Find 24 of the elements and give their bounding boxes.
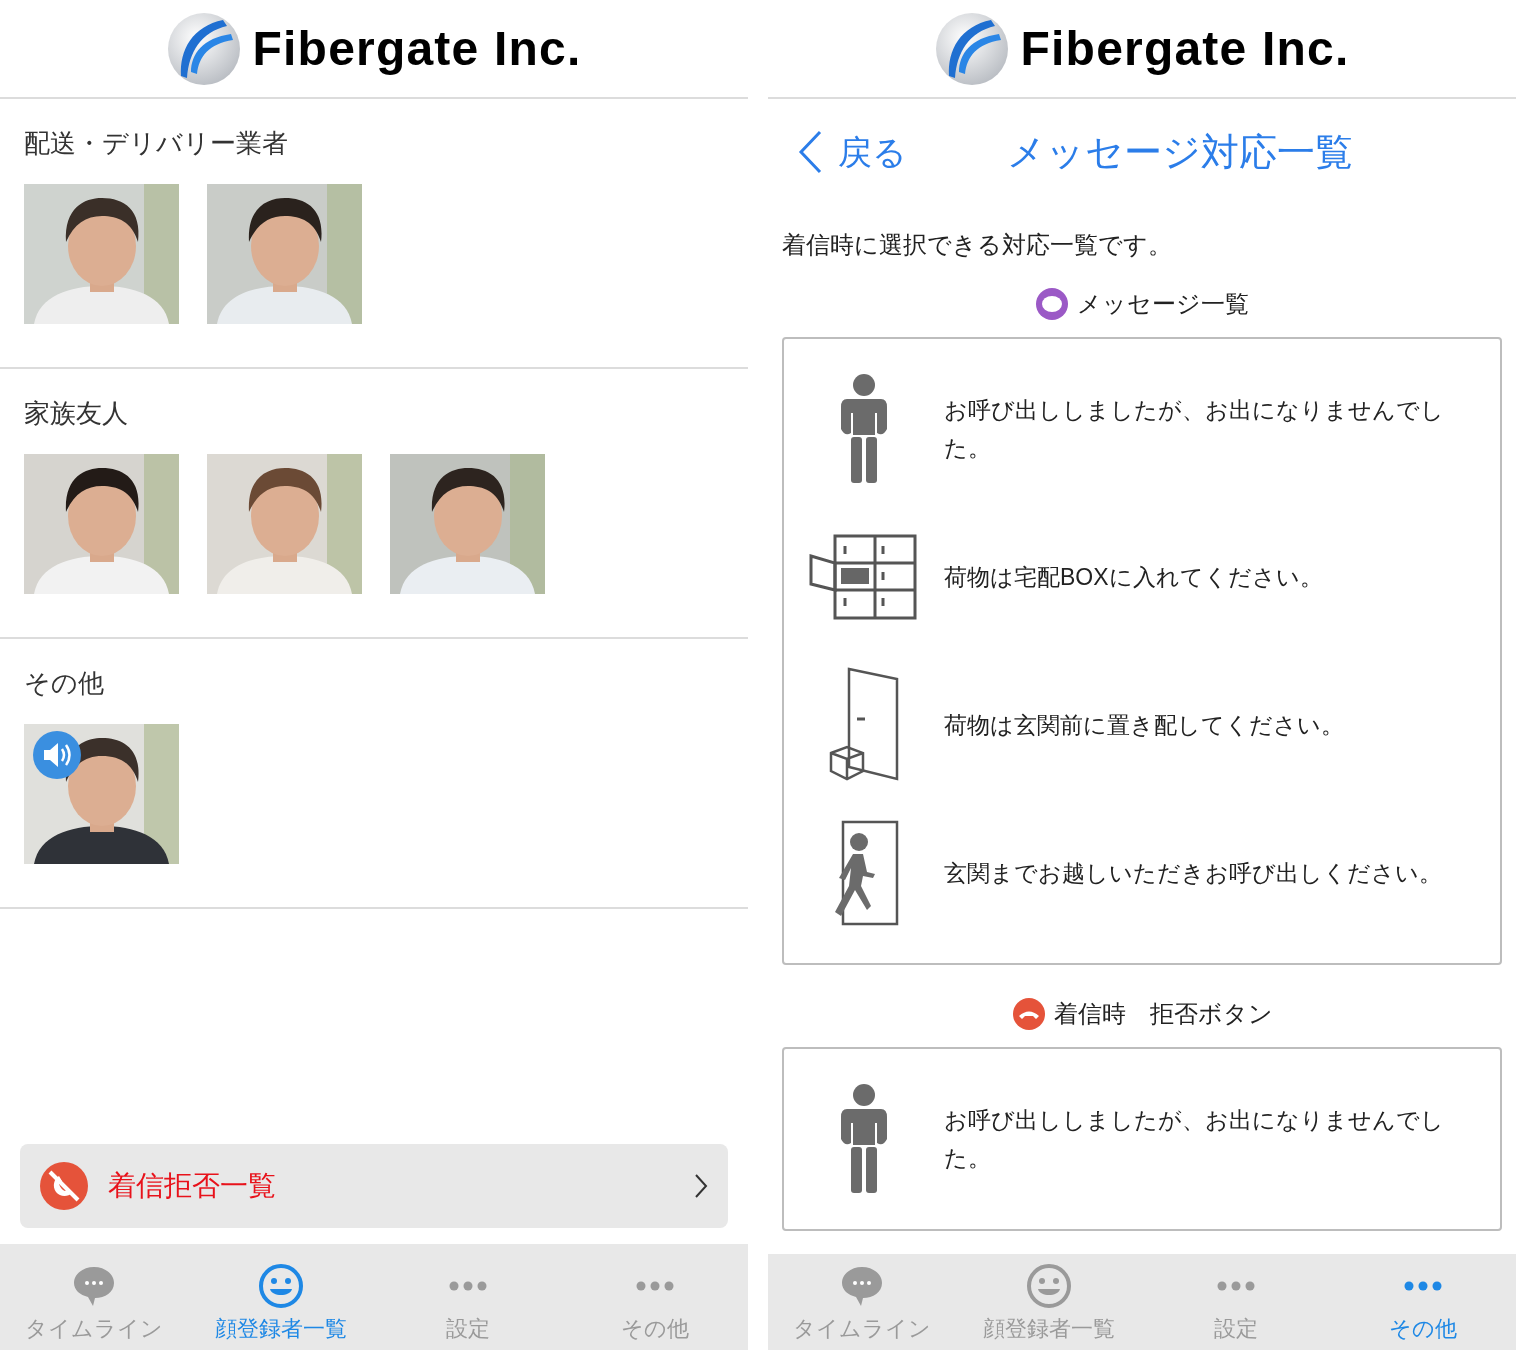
- message-option[interactable]: 玄関までお越しいただきお呼び出しください。: [944, 854, 1454, 892]
- section-heading: 着信時 拒否ボタン: [1053, 999, 1273, 1029]
- tab[interactable]: タイムライン: [0, 1244, 187, 1350]
- tab[interactable]: 顔登録者一覧: [187, 1244, 374, 1350]
- tab[interactable]: タイムライン: [768, 1254, 955, 1350]
- tab[interactable]: 顔登録者一覧: [955, 1254, 1142, 1350]
- page-title: メッセージ対応一覧: [1007, 129, 1353, 175]
- logo-text: Fibergate Inc.: [1020, 24, 1350, 73]
- tab[interactable]: その他: [1329, 1254, 1516, 1350]
- tab[interactable]: 設定: [374, 1244, 561, 1350]
- group-title: その他: [24, 667, 105, 700]
- tab[interactable]: その他: [561, 1244, 748, 1350]
- group-title: 配送・デリバリー業者: [24, 127, 289, 160]
- message-option[interactable]: お呼び出ししましたが、お出になりませんでした。: [944, 391, 1500, 467]
- message-option[interactable]: 荷物は玄関前に置き配してください。: [944, 706, 1356, 744]
- message-option[interactable]: お呼び出ししましたが、お出になりませんでした。: [944, 1101, 1500, 1177]
- group-title: 家族友人: [24, 397, 129, 430]
- tab[interactable]: 設定: [1142, 1254, 1329, 1350]
- section-heading: メッセージ一覧: [1077, 289, 1249, 319]
- intro-text: 着信時に選択できる対応一覧です。: [782, 230, 1173, 260]
- declined-calls-link[interactable]: 着信拒否一覧: [20, 1144, 728, 1228]
- message-option[interactable]: 荷物は宅配BOXに入れてください。: [944, 558, 1335, 596]
- logo-text: Fibergate Inc.: [252, 24, 582, 73]
- back-button[interactable]: 戻る: [798, 126, 907, 178]
